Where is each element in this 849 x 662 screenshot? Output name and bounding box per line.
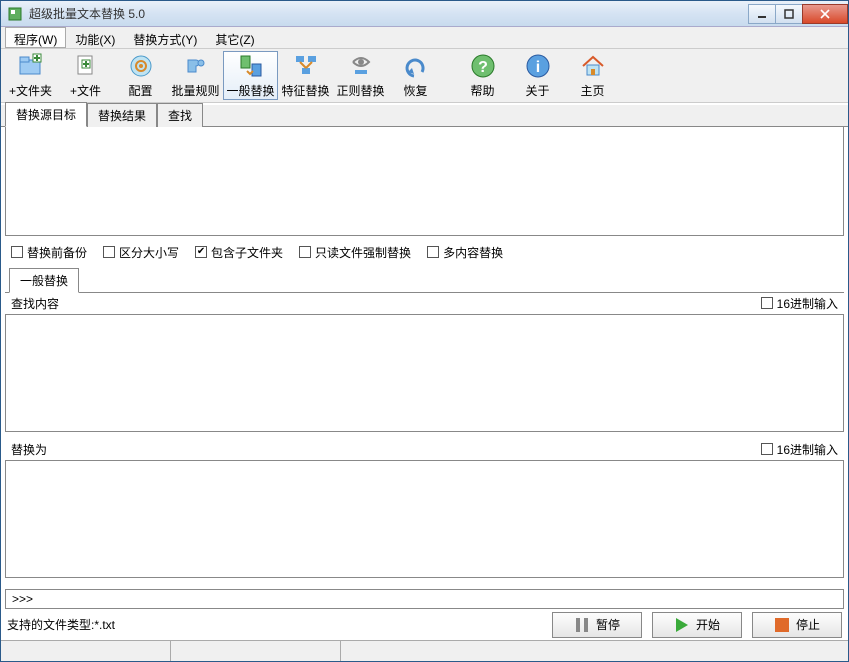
search-label: 查找内容 <box>11 295 59 312</box>
window-buttons <box>749 4 848 24</box>
minimize-button[interactable] <box>748 4 776 24</box>
upper-tabs: 替换源目标 替换结果 查找 <box>1 105 848 127</box>
command-row[interactable]: >>> <box>5 589 844 609</box>
home-icon <box>579 52 607 80</box>
toolbar-help[interactable]: ? 帮助 <box>455 51 510 100</box>
menu-replace-mode[interactable]: 替换方式(Y) <box>124 27 206 48</box>
toolbar-regex-replace[interactable]: 正则替换 <box>333 51 388 100</box>
tab-source[interactable]: 替换源目标 <box>5 102 87 127</box>
checkbox-icon <box>761 297 773 309</box>
search-section: 查找内容 16进制输入 <box>5 293 844 435</box>
menu-program[interactable]: 程序(W) <box>5 27 66 48</box>
play-icon <box>674 617 690 633</box>
toolbar-add-folder-label: +文件夹 <box>9 82 52 99</box>
checkbox-icon <box>11 246 23 258</box>
menu-other[interactable]: 其它(Z) <box>206 27 263 48</box>
toolbar-batch-rule[interactable]: 批量规则 <box>168 51 223 100</box>
filetypes-label: 支持的文件类型:*.txt <box>7 616 542 633</box>
toolbar-feature-replace-label: 特征替换 <box>281 82 329 99</box>
toolbar-add-file-label: +文件 <box>70 82 101 99</box>
svg-text:i: i <box>535 59 539 76</box>
opt-include-subfolders[interactable]: 包含子文件夹 <box>195 244 283 261</box>
action-row: 支持的文件类型:*.txt 暂停 开始 停止 <box>1 609 848 641</box>
source-list-area[interactable] <box>5 127 844 235</box>
pause-button[interactable]: 暂停 <box>552 612 642 638</box>
toolbar-normal-replace-label: 一般替换 <box>226 82 274 99</box>
status-cell-2 <box>171 641 341 661</box>
toolbar-restore-label: 恢复 <box>403 82 427 99</box>
stop-icon <box>774 617 790 633</box>
tab-result[interactable]: 替换结果 <box>87 103 157 127</box>
search-input[interactable] <box>5 314 844 432</box>
options-row: 替换前备份 区分大小写 包含子文件夹 只读文件强制替换 多内容替换 <box>1 238 848 267</box>
checkbox-icon <box>427 246 439 258</box>
toolbar-restore[interactable]: 恢复 <box>388 51 443 100</box>
replace-section: 替换为 16进制输入 <box>5 439 844 581</box>
maximize-button[interactable] <box>775 4 803 24</box>
sub-tabs: 一般替换 <box>5 271 844 293</box>
start-button[interactable]: 开始 <box>652 612 742 638</box>
opt-multi-content[interactable]: 多内容替换 <box>427 244 503 261</box>
replace-hex-option[interactable]: 16进制输入 <box>761 441 838 458</box>
help-icon: ? <box>469 52 497 80</box>
checkbox-icon <box>761 443 773 455</box>
info-icon: i <box>524 52 552 80</box>
toolbar-config-label: 配置 <box>128 82 152 99</box>
puzzle-icon <box>182 52 210 80</box>
opt-backup[interactable]: 替换前备份 <box>11 244 87 261</box>
replace-label: 替换为 <box>11 441 47 458</box>
subtab-normal[interactable]: 一般替换 <box>9 268 79 293</box>
toolbar-add-file[interactable]: +文件 <box>58 51 113 100</box>
pause-icon <box>574 617 590 633</box>
toolbar-add-folder[interactable]: +文件夹 <box>3 51 58 100</box>
checkbox-checked-icon <box>195 246 207 258</box>
menu-function[interactable]: 功能(X) <box>66 27 124 48</box>
toolbar-help-label: 帮助 <box>470 82 494 99</box>
opt-readonly-force[interactable]: 只读文件强制替换 <box>299 244 411 261</box>
toolbar-home-label: 主页 <box>580 82 604 99</box>
toolbar-about[interactable]: i 关于 <box>510 51 565 100</box>
tab-search[interactable]: 查找 <box>157 103 203 127</box>
stop-button[interactable]: 停止 <box>752 612 842 638</box>
feature-replace-icon <box>292 52 320 80</box>
statusbar <box>1 640 848 661</box>
close-button[interactable] <box>802 4 848 24</box>
opt-case-sensitive[interactable]: 区分大小写 <box>103 244 179 261</box>
titlebar: 超级批量文本替换 5.0 <box>1 1 848 27</box>
search-hex-option[interactable]: 16进制输入 <box>761 295 838 312</box>
folder-add-icon <box>17 52 45 80</box>
toolbar-batch-rule-label: 批量规则 <box>171 82 219 99</box>
svg-text:?: ? <box>478 59 488 76</box>
status-cell-1 <box>1 641 171 661</box>
replace-input[interactable] <box>5 460 844 578</box>
toolbar-regex-replace-label: 正则替换 <box>336 82 384 99</box>
toolbar-feature-replace[interactable]: 特征替换 <box>278 51 333 100</box>
toolbar: +文件夹 +文件 配置 批量规则 一般替换 特征替换 正则替换 恢复 <box>1 49 848 103</box>
menubar: 程序(W) 功能(X) 替换方式(Y) 其它(Z) <box>1 27 848 49</box>
checkbox-icon <box>103 246 115 258</box>
toolbar-home[interactable]: 主页 <box>565 51 620 100</box>
toolbar-normal-replace[interactable]: 一般替换 <box>223 51 278 100</box>
normal-replace-icon <box>237 52 265 80</box>
window-title: 超级批量文本替换 5.0 <box>29 5 749 22</box>
file-add-icon <box>72 52 100 80</box>
undo-icon <box>402 52 430 80</box>
checkbox-icon <box>299 246 311 258</box>
app-window: 超级批量文本替换 5.0 程序(W) 功能(X) 替换方式(Y) 其它(Z) +… <box>0 0 849 662</box>
regex-replace-icon <box>347 52 375 80</box>
app-icon <box>7 6 23 22</box>
toolbar-config[interactable]: 配置 <box>113 51 168 100</box>
toolbar-about-label: 关于 <box>525 82 549 99</box>
gear-icon <box>127 52 155 80</box>
